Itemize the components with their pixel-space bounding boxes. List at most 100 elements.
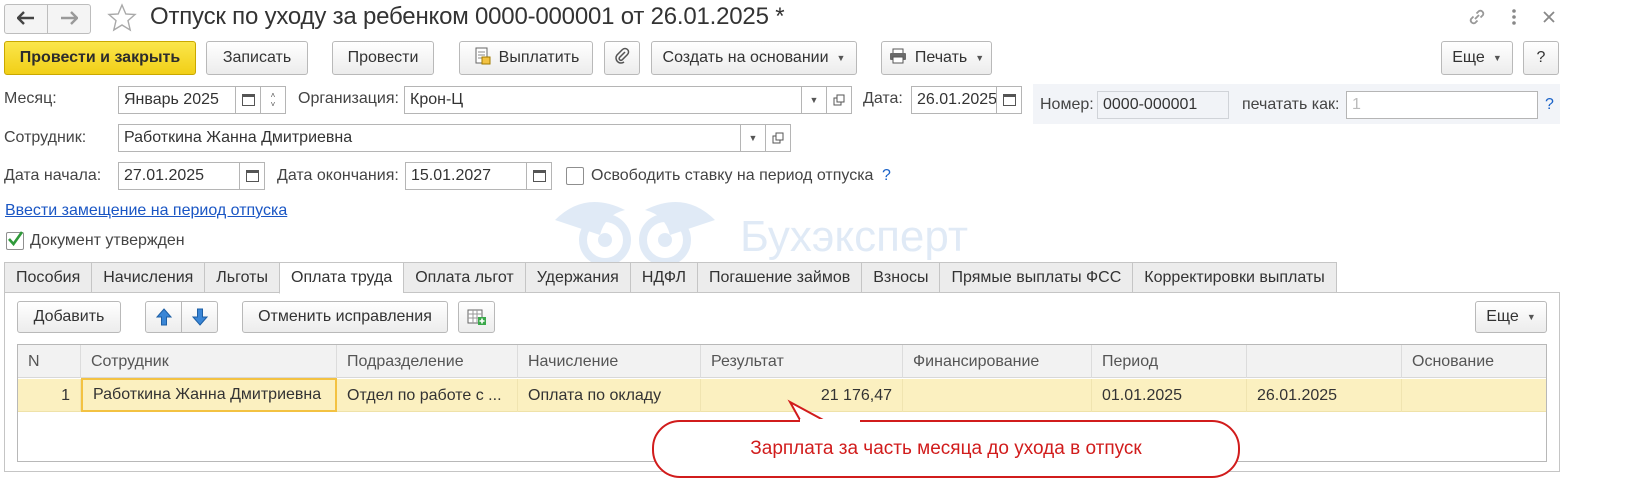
tab-privileges-payment[interactable]: Оплата льгот — [403, 262, 525, 293]
start-date-field[interactable]: 27.01.2025 — [118, 162, 240, 190]
post-button[interactable]: Провести — [332, 41, 434, 75]
month-label: Месяц: — [4, 90, 57, 107]
number-label: Номер: — [1040, 96, 1094, 113]
column-header-department[interactable]: Подразделение — [337, 345, 518, 378]
arrow-down-icon — [191, 308, 208, 326]
date-label: Дата: — [863, 90, 903, 107]
cell-period-end[interactable]: 26.01.2025 — [1247, 379, 1402, 412]
tab-fss-direct-payments[interactable]: Прямые выплаты ФСС — [939, 262, 1133, 293]
employee-open-button[interactable] — [765, 124, 791, 152]
tab-payment-corrections[interactable]: Корректировки выплаты — [1132, 262, 1337, 293]
column-header-period[interactable]: Период — [1092, 345, 1247, 378]
cell-employee[interactable]: Работкина Жанна Дмитриевна — [81, 378, 337, 412]
tab-loan-repayment[interactable]: Погашение займов — [697, 262, 862, 293]
release-rate-checkbox[interactable] — [566, 167, 584, 185]
print-as-help-icon[interactable]: ? — [1545, 96, 1554, 114]
forward-button[interactable] — [47, 4, 91, 34]
end-date-calendar-button[interactable] — [526, 162, 552, 190]
open-icon — [833, 94, 845, 106]
callout-pointer-mask — [800, 419, 860, 424]
tab-contributions[interactable]: Взносы — [861, 262, 940, 293]
employee-field[interactable]: Работкина Жанна Дмитриевна — [118, 124, 741, 152]
cell-basis[interactable] — [1402, 379, 1547, 412]
close-icon[interactable] — [1538, 6, 1560, 28]
help-button[interactable]: ? — [1523, 41, 1559, 75]
month-calendar-button[interactable] — [235, 86, 261, 114]
chevron-down-icon: ˅ — [270, 100, 276, 109]
organization-dropdown[interactable]: ▼ — [801, 86, 827, 114]
move-up-button[interactable] — [145, 301, 182, 333]
cell-period-start[interactable]: 01.01.2025 — [1092, 379, 1247, 412]
end-date-field[interactable]: 15.01.2027 — [405, 162, 527, 190]
open-icon — [772, 132, 784, 144]
arrow-right-icon — [60, 8, 79, 31]
cell-n[interactable]: 1 — [18, 379, 81, 412]
arrow-left-icon — [16, 8, 35, 31]
column-header-accrual[interactable]: Начисление — [518, 345, 701, 378]
month-field[interactable]: Январь 2025 — [118, 86, 236, 114]
tab-more-button[interactable]: Еще ▼ — [1475, 301, 1547, 333]
column-header-financing[interactable]: Финансирование — [903, 345, 1092, 378]
chevron-down-icon: ▼ — [809, 95, 819, 105]
tab-deductions[interactable]: Удержания — [524, 262, 630, 293]
back-button[interactable] — [4, 4, 48, 34]
more-label: Еще — [1452, 49, 1485, 66]
chevron-down-icon: ▼ — [1526, 312, 1536, 322]
tab-privileges[interactable]: Льготы — [204, 262, 279, 293]
add-row-button[interactable]: Добавить — [17, 301, 121, 333]
chevron-down-icon: ▼ — [1492, 53, 1502, 63]
start-date-label: Дата начала: — [4, 167, 102, 184]
paperclip-icon — [614, 47, 630, 70]
more-button[interactable]: Еще ▼ — [1441, 41, 1513, 75]
approved-checkbox[interactable] — [6, 231, 24, 250]
printer-icon — [889, 48, 907, 69]
cell-accrual[interactable]: Оплата по окладу — [518, 379, 701, 412]
save-button[interactable]: Записать — [206, 41, 308, 75]
month-stepper[interactable]: ˄ ˅ — [260, 86, 286, 114]
print-as-label: печатать как: — [1242, 96, 1340, 113]
calendar-icon — [245, 170, 259, 182]
column-header-result[interactable]: Результат — [701, 345, 903, 378]
print-label: Печать — [914, 49, 968, 66]
print-button[interactable]: Печать ▼ — [881, 41, 992, 75]
date-field[interactable]: 26.01.2025 — [911, 86, 997, 114]
tab-income-tax[interactable]: НДФЛ — [629, 262, 698, 293]
tab-accruals[interactable]: Начисления — [91, 262, 205, 293]
cell-department[interactable]: Отдел по работе с ... — [337, 379, 518, 412]
annotation-callout: Зарплата за часть месяца до ухода в отпу… — [652, 420, 1240, 478]
number-field[interactable]: 0000-000001 — [1097, 91, 1229, 119]
employee-dropdown[interactable]: ▼ — [740, 124, 766, 152]
move-down-button[interactable] — [181, 301, 218, 333]
tab-benefits[interactable]: Пособия — [4, 262, 92, 293]
page-title: Отпуск по уходу за ребенком 0000-000001 … — [150, 3, 785, 30]
column-header-period-end[interactable] — [1247, 345, 1402, 378]
more-vertical-icon[interactable] — [1503, 6, 1525, 28]
cell-financing[interactable] — [903, 379, 1092, 412]
post-and-close-button[interactable]: Провести и закрыть — [4, 41, 196, 75]
column-header-employee[interactable]: Сотрудник — [81, 345, 337, 378]
column-header-basis[interactable]: Основание — [1402, 345, 1547, 378]
create-based-on-button[interactable]: Создать на основании ▼ — [651, 41, 857, 75]
cancel-corrections-button[interactable]: Отменить исправления — [242, 301, 448, 333]
release-rate-help-icon[interactable]: ? — [882, 167, 891, 185]
organization-open-button[interactable] — [826, 86, 852, 114]
add-table-button[interactable] — [458, 301, 495, 333]
organization-field[interactable]: Крон-Ц — [404, 86, 802, 114]
table-header: N Сотрудник Подразделение Начисление Рез… — [18, 345, 1546, 378]
date-calendar-button[interactable] — [996, 86, 1022, 114]
post-and-close-label: Провести и закрыть — [19, 49, 181, 66]
star-icon[interactable] — [106, 2, 138, 34]
replacement-link[interactable]: Ввести замещение на период отпуска — [5, 202, 287, 220]
print-as-field[interactable]: 1 — [1346, 91, 1538, 119]
attach-button[interactable] — [604, 41, 640, 75]
tab-payroll[interactable]: Оплата труда — [279, 262, 404, 294]
pay-button[interactable]: Выплатить — [459, 41, 593, 75]
column-header-n[interactable]: N — [18, 345, 81, 378]
chevron-down-icon: ▼ — [975, 53, 985, 63]
calendar-icon — [1002, 94, 1016, 106]
link-icon[interactable] — [1466, 6, 1488, 28]
start-date-calendar-button[interactable] — [239, 162, 265, 190]
checkmark-icon — [8, 231, 24, 247]
table-add-icon — [467, 309, 486, 325]
tab-bar: Пособия Начисления Льготы Оплата труда О… — [4, 262, 1337, 294]
